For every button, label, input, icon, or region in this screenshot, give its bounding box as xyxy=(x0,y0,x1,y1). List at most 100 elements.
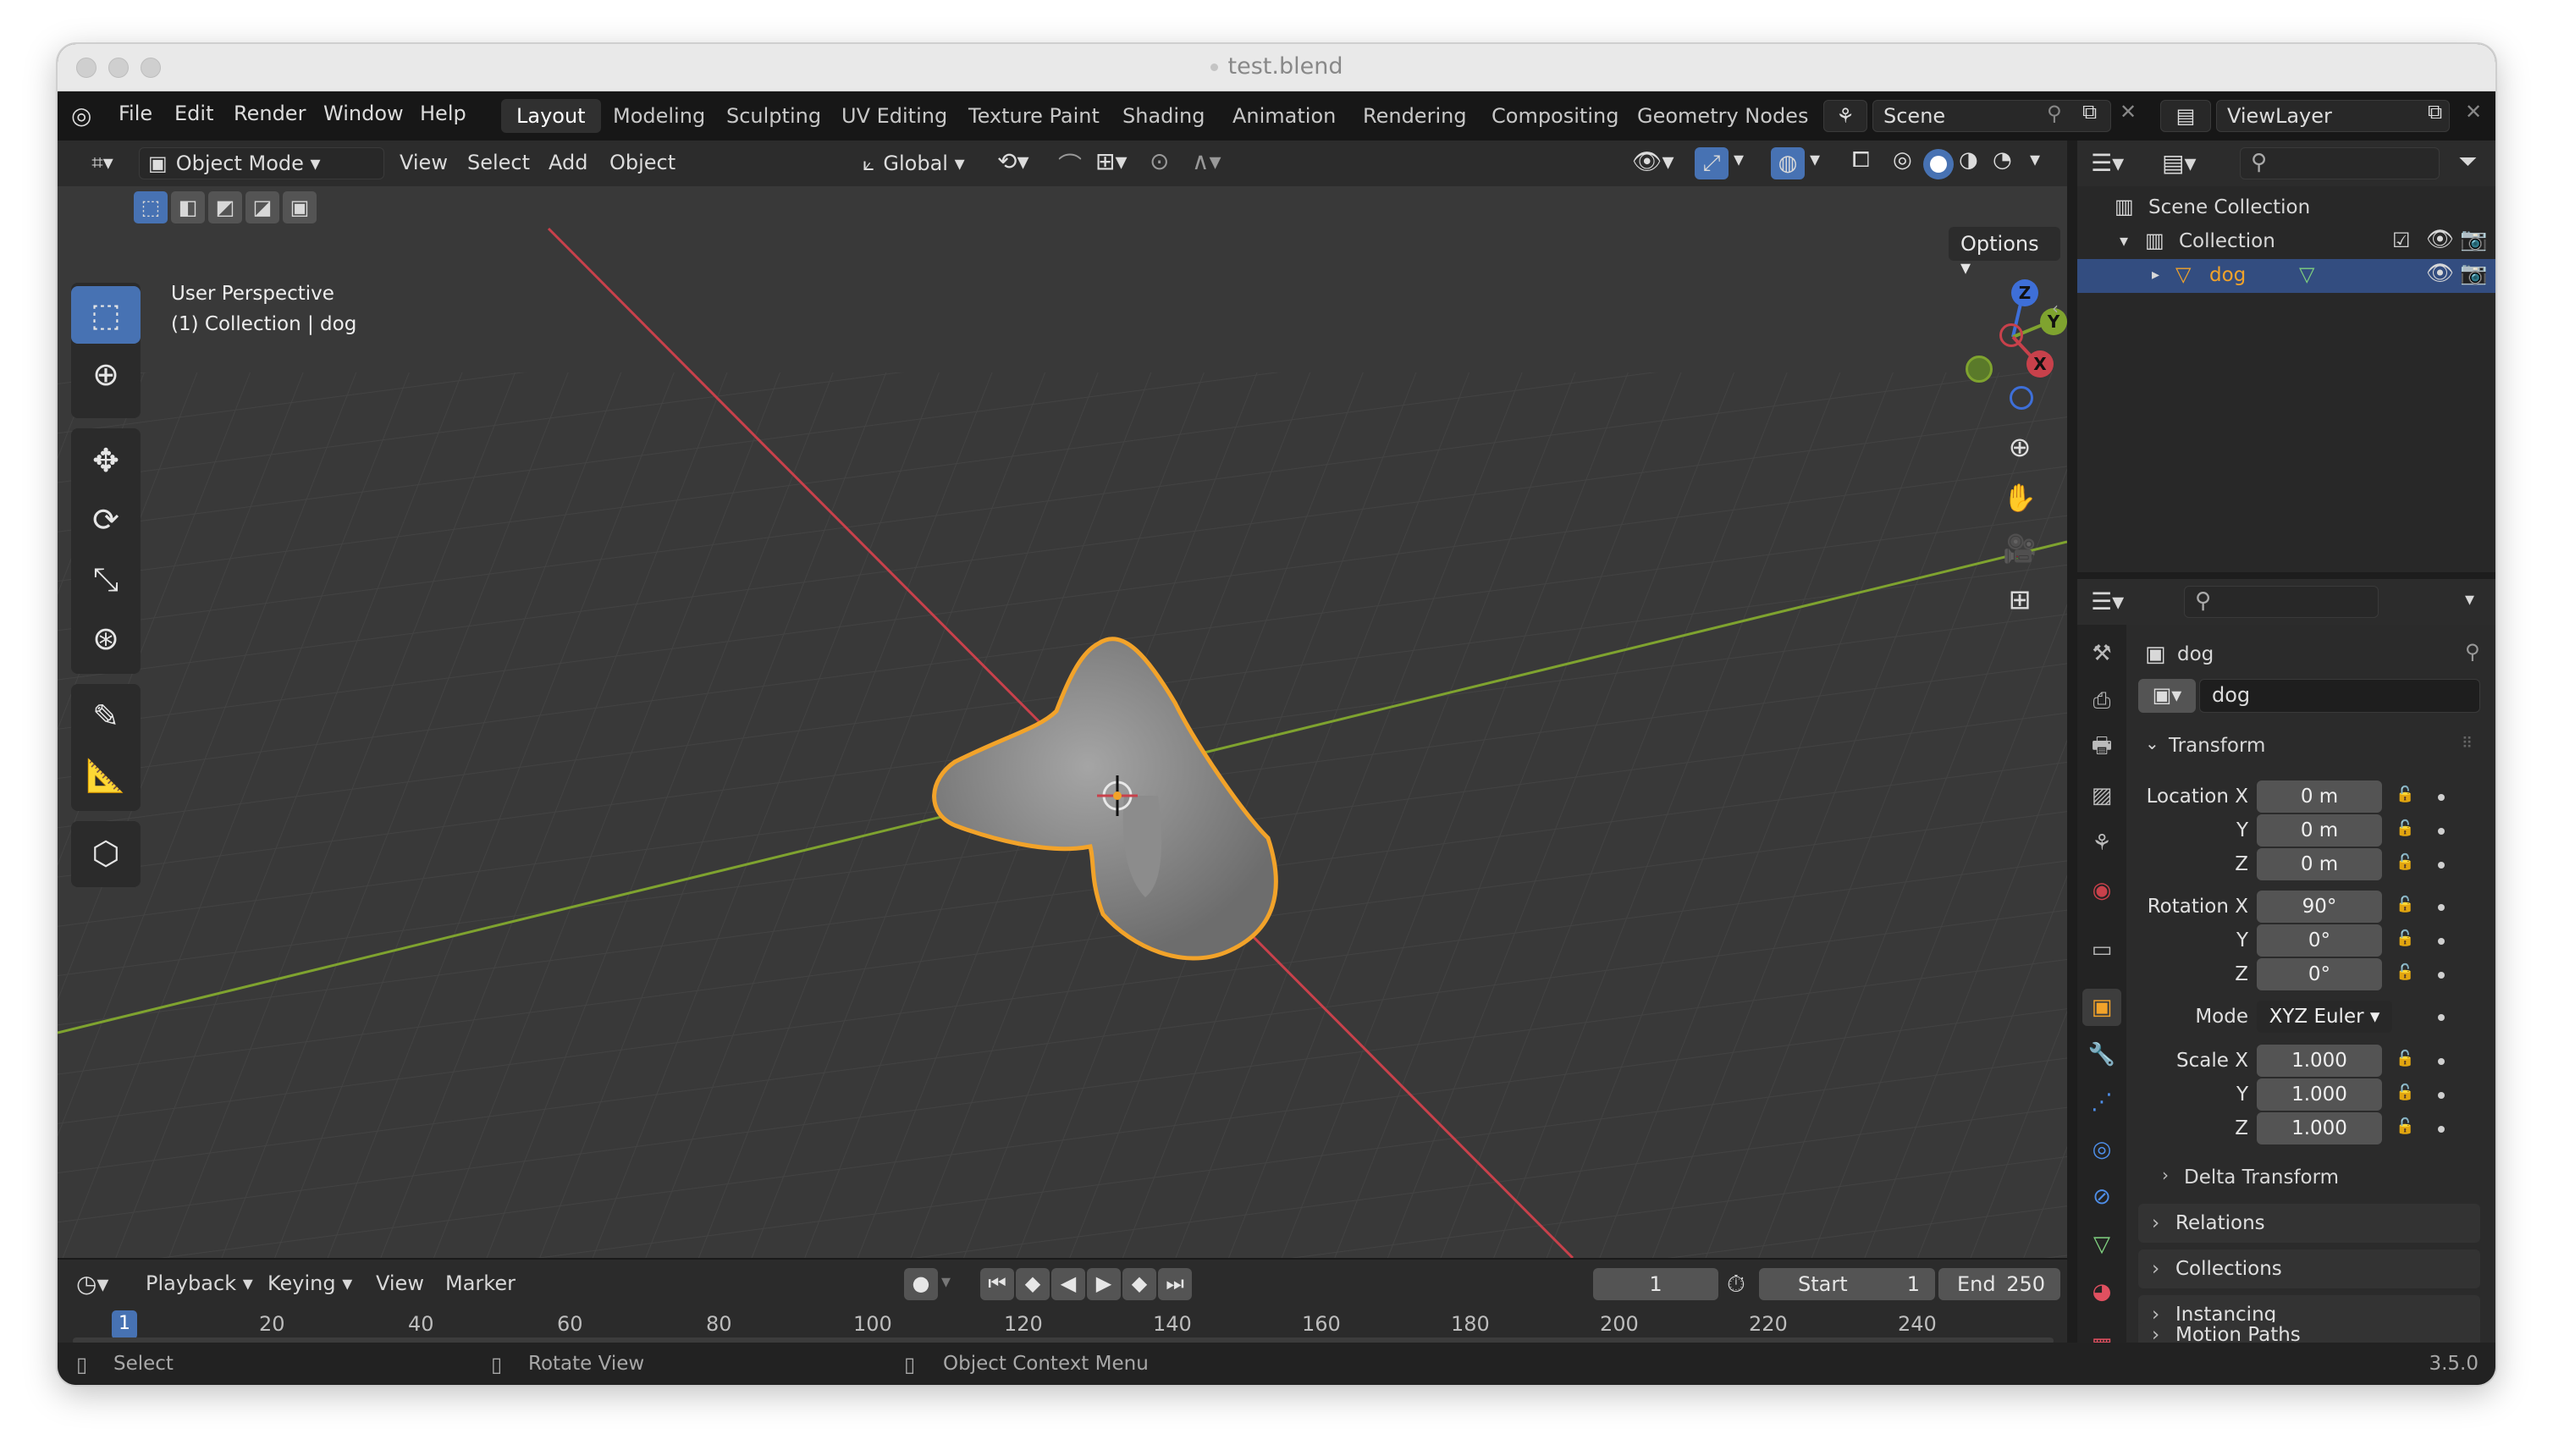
rotation-z-field[interactable]: 0° xyxy=(2257,958,2382,990)
scale-x-field[interactable]: 1.000 xyxy=(2257,1045,2382,1077)
viewport-menu-object[interactable]: Object xyxy=(609,151,675,174)
next-keyframe-icon[interactable]: ◆ xyxy=(1122,1268,1156,1300)
viewport-menu-view[interactable]: View xyxy=(400,151,448,174)
object-tab-icon[interactable]: ▣ xyxy=(2082,989,2121,1026)
outliner-row-collection[interactable]: ▾ ▥ Collection ☑ 👁 📷 xyxy=(2077,225,2495,259)
jump-start-icon[interactable]: ⏮ xyxy=(980,1268,1014,1300)
disable-render-icon[interactable]: 📷 xyxy=(2460,261,2487,286)
gizmo-x-axis[interactable]: X xyxy=(2026,350,2054,378)
transform-panel-header[interactable]: ⌄ Transform ⠿ xyxy=(2133,728,2485,764)
scale-z-field[interactable]: 1.000 xyxy=(2257,1112,2382,1144)
workspace-tab-modeling[interactable]: Modeling xyxy=(598,99,720,133)
shading-dropdown-icon[interactable]: ▾ xyxy=(2030,147,2040,171)
rotation-x-field[interactable]: 90° xyxy=(2257,891,2382,923)
workspace-tab-layout[interactable]: Layout xyxy=(501,99,601,133)
delete-scene-icon[interactable]: ✕ xyxy=(2120,100,2137,124)
timeline-menu-view[interactable]: View xyxy=(376,1271,424,1295)
material-shading-icon[interactable]: ◑ xyxy=(1959,147,1978,173)
falloff-icon[interactable]: ∧▾ xyxy=(1192,147,1221,175)
xray-toggle-icon[interactable]: ⧠ xyxy=(1852,147,1870,174)
overlays-toggle-icon[interactable]: ◍ xyxy=(1771,147,1805,179)
lock-icon[interactable]: 🔓 xyxy=(2396,1050,2418,1072)
particles-tab-icon[interactable]: ⋰ xyxy=(2082,1084,2121,1121)
modifier-tab-icon[interactable]: 🔧 xyxy=(2082,1036,2121,1073)
location-x-field[interactable]: 0 m xyxy=(2257,780,2382,813)
end-frame-field[interactable]: End 250 xyxy=(1938,1268,2060,1300)
select-intersect-icon[interactable]: ▣ xyxy=(283,191,317,223)
new-scene-icon[interactable]: ⧉ xyxy=(2082,100,2097,124)
options-dropdown[interactable]: Options ▾ xyxy=(1949,227,2060,279)
location-z-field[interactable]: 0 m xyxy=(2257,848,2382,880)
menu-file[interactable]: File xyxy=(119,102,152,125)
pan-view-icon[interactable]: ✋ xyxy=(1996,474,2043,521)
timeline-menu-marker[interactable]: Marker xyxy=(445,1271,516,1295)
menu-edit[interactable]: Edit xyxy=(174,102,213,125)
collection-tab-icon[interactable]: ▭ xyxy=(2082,931,2121,968)
auto-keying-toggle[interactable]: ● xyxy=(904,1268,938,1300)
pivot-point-icon[interactable]: ⟲▾ xyxy=(997,147,1029,175)
rotate-tool-icon[interactable]: ⟳ xyxy=(71,491,141,549)
gizmo-neg-z[interactable] xyxy=(2010,386,2033,410)
pin-scene-icon[interactable]: ⚲ xyxy=(2047,102,2062,125)
workspace-tab-animation[interactable]: Animation xyxy=(1217,99,1351,133)
properties-options-icon[interactable]: ▾ xyxy=(2465,589,2474,610)
move-tool-icon[interactable]: ✥ xyxy=(71,432,141,489)
display-mode-icon[interactable]: ▤▾ xyxy=(2162,149,2197,177)
gizmo-neg-y[interactable] xyxy=(1966,356,1993,383)
rendered-shading-icon[interactable]: ◔ xyxy=(1993,147,2012,173)
keyframe-dot[interactable] xyxy=(2438,1014,2445,1021)
timeline-menu-playback[interactable]: Playback ▾ xyxy=(146,1271,253,1295)
select-extend-icon[interactable]: ◧ xyxy=(171,191,205,223)
current-frame-field[interactable]: 1 xyxy=(1593,1268,1718,1300)
physics-tab-icon[interactable]: ◎ xyxy=(2082,1131,2121,1168)
overlays-dropdown-icon[interactable]: ▾ xyxy=(1810,147,1820,171)
annotate-tool-icon[interactable]: ✎ xyxy=(71,687,141,745)
cursor-tool-icon[interactable]: ⊕ xyxy=(71,345,141,403)
keyframe-dot[interactable] xyxy=(2438,862,2445,869)
lock-icon[interactable]: 🔓 xyxy=(2396,1117,2418,1139)
navigation-gizmo[interactable]: Z Y X xyxy=(1962,276,2067,411)
add-cube-tool-icon[interactable]: ⬡ xyxy=(71,825,141,882)
delta-transform-subpanel[interactable]: › Delta Transform xyxy=(2152,1160,2473,1194)
disable-render-icon[interactable]: 📷 xyxy=(2460,227,2487,252)
workspace-tab-geometry-nodes[interactable]: Geometry Nodes xyxy=(1622,99,1823,133)
world-tab-icon[interactable]: ◉ xyxy=(2082,872,2121,909)
camera-view-icon[interactable]: 🎥 xyxy=(1996,525,2043,572)
delete-viewlayer-icon[interactable]: ✕ xyxy=(2465,100,2482,124)
view-layer-tab-icon[interactable]: ▨ xyxy=(2082,777,2121,814)
toggle-perspective-icon[interactable]: ⊞ xyxy=(1996,576,2043,623)
gizmo-toggle-icon[interactable]: ⤢ xyxy=(1695,147,1729,179)
menu-help[interactable]: Help xyxy=(420,102,466,125)
measure-tool-icon[interactable]: 📐 xyxy=(71,747,141,804)
expand-arrow-icon[interactable]: ▾ xyxy=(2120,230,2128,251)
scale-y-field[interactable]: 1.000 xyxy=(2257,1078,2382,1111)
rotation-y-field[interactable]: 0° xyxy=(2257,924,2382,957)
keying-dropdown-icon[interactable]: ▾ xyxy=(941,1271,951,1293)
viewport-menu-select[interactable]: Select xyxy=(467,151,530,174)
blender-logo-icon[interactable]: ◎ xyxy=(71,102,91,130)
play-icon[interactable]: ▶ xyxy=(1087,1268,1121,1300)
keyframe-dot[interactable] xyxy=(2438,972,2445,979)
material-tab-icon[interactable]: ◕ xyxy=(2082,1273,2121,1310)
editor-type-icon[interactable]: ⌗▾ xyxy=(73,147,132,179)
scale-tool-icon[interactable]: ⤡ xyxy=(71,550,141,608)
select-box-tool-icon[interactable]: ⬚ xyxy=(71,286,141,344)
pin-icon[interactable]: ⚲ xyxy=(2465,640,2480,664)
object-browse-icon[interactable]: ▣▾ xyxy=(2138,679,2196,713)
workspace-tab-uv-editing[interactable]: UV Editing xyxy=(826,99,962,133)
workspace-tab-rendering[interactable]: Rendering xyxy=(1348,99,1482,133)
start-frame-field[interactable]: Start 1 xyxy=(1759,1268,1935,1300)
object-name-field[interactable]: dog xyxy=(2199,679,2480,713)
viewport-canvas[interactable] xyxy=(58,186,2067,1258)
outliner-row-scene-collection[interactable]: ▥ Scene Collection xyxy=(2077,191,2495,225)
keyframe-dot[interactable] xyxy=(2438,1126,2445,1133)
workspace-tab-sculpting[interactable]: Sculpting xyxy=(711,99,836,133)
lock-icon[interactable]: 🔓 xyxy=(2396,1084,2418,1106)
stopwatch-icon[interactable]: ⏱ xyxy=(1727,1270,1745,1299)
properties-search-input[interactable]: ⚲ xyxy=(2184,586,2379,618)
lock-icon[interactable]: 🔓 xyxy=(2396,896,2418,918)
viewport-menu-add[interactable]: Add xyxy=(549,151,587,174)
timeline-menu-keying[interactable]: Keying ▾ xyxy=(267,1271,352,1295)
3d-viewport[interactable]: ⌗▾ ▣ Object Mode ▾ View Select Add Object… xyxy=(58,141,2067,1258)
keyframe-dot[interactable] xyxy=(2438,938,2445,945)
